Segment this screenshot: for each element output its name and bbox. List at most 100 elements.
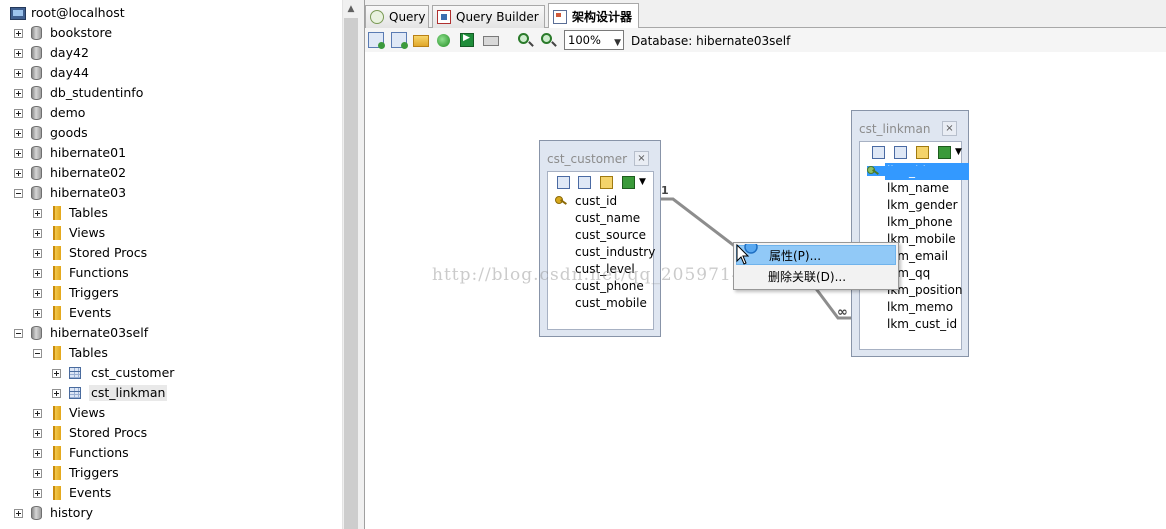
collapse-icon[interactable] (33, 349, 42, 358)
schema-canvas[interactable] (365, 52, 1166, 529)
tree-item-folder[interactable]: Events (0, 303, 342, 323)
table-column[interactable]: cust_source (573, 227, 648, 244)
tree-item-folder[interactable]: Triggers (0, 463, 342, 483)
expand-icon[interactable] (33, 469, 42, 478)
table-card-cst-customer[interactable]: cst_customer × ▼ cust_id cust_name cust_so… (539, 140, 661, 337)
expand-icon[interactable] (33, 309, 42, 318)
tab-query-builder[interactable]: Query Builder (432, 5, 545, 28)
tree-item-folder[interactable]: Tables (0, 343, 342, 363)
tree-item-folder[interactable]: Functions (0, 443, 342, 463)
tree-item-folder[interactable]: Functions (0, 263, 342, 283)
tree-item-db[interactable]: day44 (0, 63, 342, 83)
export-icon[interactable] (460, 33, 474, 47)
database-icon (31, 26, 42, 40)
tree-item-db[interactable]: hibernate03 (0, 183, 342, 203)
tree-item-db[interactable]: hibernate03self (0, 323, 342, 343)
table-column[interactable]: lkm_id (867, 163, 969, 180)
expand-icon[interactable] (33, 249, 42, 258)
expand-icon[interactable] (33, 289, 42, 298)
scrollbar-thumb[interactable] (344, 18, 358, 529)
add-table-icon[interactable] (368, 32, 385, 49)
table-column[interactable]: cust_name (573, 210, 642, 227)
table-edit-icon[interactable] (578, 176, 591, 189)
add-all-tables-icon[interactable] (391, 32, 408, 49)
menu-item-delete-relation[interactable]: 删除关联(D)... (736, 267, 896, 287)
tree-item-table[interactable]: cst_customer (0, 363, 342, 383)
tree-item-folder[interactable]: Stored Procs (0, 423, 342, 443)
expand-icon[interactable] (14, 109, 23, 118)
expand-icon[interactable] (14, 29, 23, 38)
table-column[interactable]: lkm_name (885, 180, 951, 197)
index-key-icon[interactable] (600, 176, 613, 189)
expand-icon[interactable] (33, 409, 42, 418)
expand-icon[interactable] (14, 129, 23, 138)
table-icon (69, 367, 81, 379)
expand-icon[interactable] (33, 429, 42, 438)
expand-icon[interactable] (14, 69, 23, 78)
table-column[interactable]: lkm_memo (885, 299, 955, 316)
tree-item-db[interactable]: hibernate02 (0, 163, 342, 183)
index-key-icon[interactable] (916, 146, 929, 159)
table-edit-icon[interactable] (894, 146, 907, 159)
tree-item-folder[interactable]: Events (0, 483, 342, 503)
menu-item-properties[interactable]: 属性(P)... (736, 245, 896, 265)
table-column[interactable]: lkm_gender (885, 197, 960, 214)
folder-icon (53, 466, 61, 480)
tree-item-folder[interactable]: Views (0, 403, 342, 423)
tree-item-label: Triggers (69, 285, 119, 300)
table-card-cst-linkman[interactable]: cst_linkman × ▼ lkm_idlkm_name lkm_gender… (851, 110, 969, 357)
tree-item-db[interactable]: hibernate01 (0, 143, 342, 163)
collapse-icon[interactable] (14, 329, 23, 338)
expand-icon[interactable] (33, 269, 42, 278)
expand-icon[interactable] (14, 509, 23, 518)
expand-icon[interactable] (33, 489, 42, 498)
table-grid-icon[interactable] (557, 176, 570, 189)
folder-icon (53, 446, 61, 460)
tree-item-db[interactable]: day42 (0, 43, 342, 63)
expand-icon[interactable] (14, 169, 23, 178)
table-grid-icon[interactable] (872, 146, 885, 159)
expand-icon[interactable] (33, 209, 42, 218)
folder-icon (53, 206, 61, 220)
expand-icon[interactable] (52, 389, 61, 398)
table-column[interactable]: cust_mobile (573, 295, 649, 312)
tab-query[interactable]: Query (365, 5, 429, 28)
tree-item-folder[interactable]: Tables (0, 203, 342, 223)
expand-icon[interactable] (14, 89, 23, 98)
open-folder-icon[interactable] (413, 35, 429, 47)
print-icon[interactable] (483, 36, 499, 46)
refresh-icon[interactable] (437, 34, 450, 47)
chevron-down-icon[interactable]: ▼ (639, 177, 646, 187)
foreign-key-icon[interactable] (622, 176, 635, 189)
expand-icon[interactable] (33, 229, 42, 238)
close-icon[interactable]: × (942, 121, 957, 136)
table-column[interactable]: lkm_phone (885, 214, 955, 231)
tree-item-db[interactable]: db_studentinfo (0, 83, 342, 103)
table-column[interactable]: cust_industry (573, 244, 657, 261)
tree-item-folder[interactable]: Stored Procs (0, 243, 342, 263)
tree-item-folder[interactable]: Triggers (0, 283, 342, 303)
close-icon[interactable]: × (634, 151, 649, 166)
scroll-up-arrow-icon[interactable]: ▲ (343, 0, 359, 17)
expand-icon[interactable] (33, 449, 42, 458)
tree-item-folder[interactable]: Views (0, 223, 342, 243)
chevron-down-icon[interactable]: ▼ (955, 147, 962, 157)
foreign-key-icon[interactable] (938, 146, 951, 159)
tree-item-table[interactable]: cst_linkman (0, 383, 342, 403)
tree-root-row[interactable]: root@localhost (0, 3, 342, 23)
tree-item-db[interactable]: demo (0, 103, 342, 123)
table-column[interactable]: lkm_cust_id (885, 316, 959, 333)
tab-schema-designer[interactable]: 架构设计器 (548, 3, 639, 29)
tree-item-db[interactable]: bookstore (0, 23, 342, 43)
tree-item-db[interactable]: goods (0, 123, 342, 143)
zoom-out-icon[interactable] (541, 33, 552, 44)
zoom-in-icon[interactable] (518, 33, 529, 44)
tree-scrollbar[interactable]: ▲ (342, 0, 359, 529)
expand-icon[interactable] (52, 369, 61, 378)
table-column[interactable]: cust_id (555, 193, 619, 210)
expand-icon[interactable] (14, 149, 23, 158)
collapse-icon[interactable] (14, 189, 23, 198)
tree-item-db[interactable]: history (0, 503, 342, 523)
expand-icon[interactable] (14, 49, 23, 58)
zoom-select[interactable]: 100% ▼ (564, 30, 624, 50)
